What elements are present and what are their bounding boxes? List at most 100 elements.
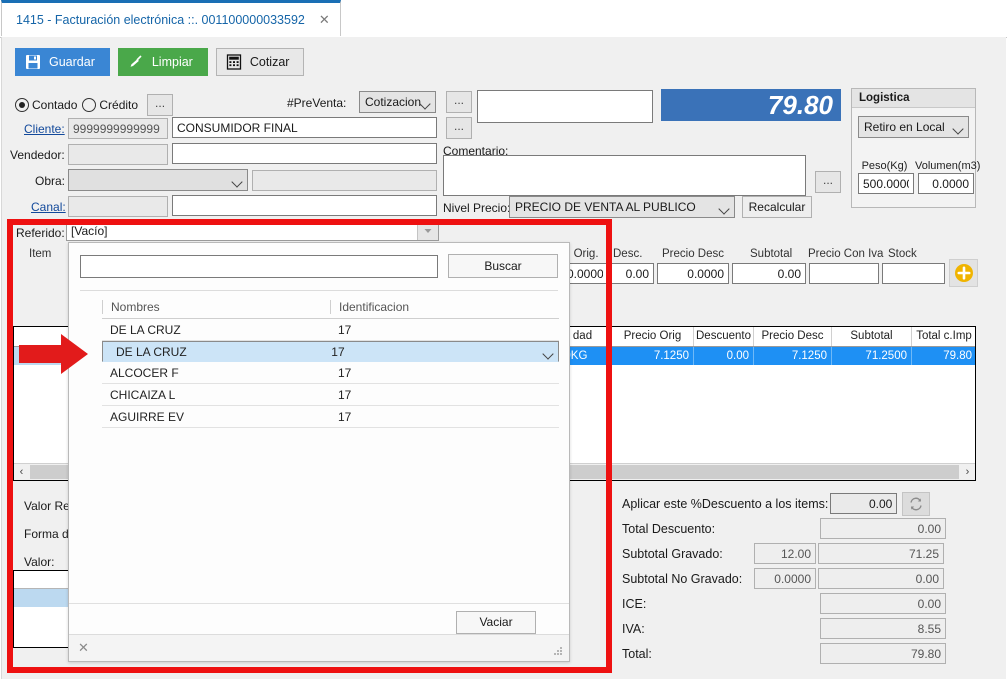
list-item[interactable]: DE LA CRUZ 17 — [102, 319, 559, 341]
add-item-button[interactable] — [949, 259, 978, 287]
cell-descuento: 0.00 — [694, 347, 754, 365]
chevron-right-icon[interactable]: › — [960, 466, 975, 478]
big-total-display: 79.80 — [661, 89, 841, 121]
radio-contado-label: Contado — [32, 98, 77, 112]
referido-combobox[interactable]: [Vacío] — [66, 221, 439, 241]
preventa-text-field[interactable] — [477, 90, 653, 123]
subtotal-no-gravado-rate — [754, 568, 816, 589]
vendedor-name-field[interactable] — [172, 143, 437, 164]
apply-discount-field[interactable] — [830, 493, 897, 514]
left-grid-hscrollbar[interactable]: ‹ — [14, 463, 74, 480]
entry-subtotal-field[interactable] — [732, 263, 806, 284]
chevron-left-icon[interactable]: ‹ — [14, 466, 29, 478]
resize-grip-icon[interactable] — [554, 647, 563, 656]
canal-label[interactable]: Canal: — [31, 200, 66, 214]
cell-total-cimp: 79.80 — [912, 347, 976, 365]
cliente-label[interactable]: Cliente: — [24, 122, 65, 136]
canal-id-field[interactable] — [68, 196, 168, 217]
nivel-precio-value: PRECIO DE VENTA AL PUBLICO — [515, 200, 696, 214]
entry-precio-desc-field[interactable] — [657, 263, 729, 284]
tab-label: 1415 - Facturación electrónica ::. 00110… — [16, 13, 305, 27]
entry-precio-con-iva-label: Precio Con Iva — [808, 248, 883, 260]
popup-divider — [80, 290, 558, 291]
search-button[interactable]: Buscar — [448, 254, 558, 278]
logistica-mode-select[interactable]: Retiro en Local — [858, 116, 969, 138]
scrollbar-thumb[interactable] — [30, 465, 73, 479]
entry-desc-field[interactable] — [611, 263, 654, 284]
volumen-label: Volumen(m3) — [915, 160, 971, 172]
entry-subtotal-label: Subtotal — [750, 248, 792, 260]
chevron-down-icon[interactable] — [417, 222, 438, 240]
volumen-field[interactable] — [918, 173, 974, 194]
preventa-select[interactable]: Cotizacion — [359, 91, 436, 113]
preventa-select-value: Cotizacion — [365, 95, 421, 109]
subtotal-gravado-label: Subtotal Gravado: — [622, 547, 754, 561]
comentario-dots-button[interactable]: ... — [446, 117, 472, 139]
save-button[interactable]: Guardar — [15, 48, 110, 76]
popup-cell-nombres: DE LA CRUZ — [108, 342, 323, 362]
radio-credito-label: Crédito — [99, 98, 138, 112]
popup-cell-identificacion: 17 — [330, 323, 440, 337]
recalcular-button[interactable]: Recalcular — [742, 196, 812, 218]
quote-button[interactable]: Cotizar — [216, 48, 305, 76]
list-item[interactable]: CHICAIZA L 17 — [102, 384, 559, 406]
peso-field[interactable] — [858, 173, 914, 194]
item-grid-col-precio-desc: Precio Desc — [754, 327, 832, 346]
entry-stock-label: Stock — [888, 248, 917, 260]
clean-button-label: Limpiar — [152, 55, 193, 69]
search-input[interactable] — [80, 255, 438, 278]
referido-search-popup[interactable]: Buscar Nombres Identificacion DE LA CRUZ… — [68, 242, 570, 662]
vendedor-id-field[interactable] — [68, 144, 168, 165]
vaciar-button[interactable]: Vaciar — [456, 611, 536, 634]
payment-type-group: Contado Crédito ... — [15, 94, 173, 116]
nivel-precio-label: Nivel Precio: — [443, 201, 510, 215]
ice-label: ICE: — [622, 597, 820, 611]
comentario-expand-button[interactable]: ... — [815, 171, 841, 193]
main-toolbar: Guardar Limpiar Cotizar — [15, 48, 304, 76]
subtotal-no-gravado-value — [818, 568, 944, 589]
tab-facturacion-electronica[interactable]: 1415 - Facturación electrónica ::. 00110… — [1, 0, 341, 36]
popup-results-grid[interactable]: Nombres Identificacion DE LA CRUZ 17 DE … — [102, 295, 559, 428]
obra-extra-field[interactable] — [252, 170, 437, 191]
item-grid-col-total-cimp: Total c.Imp — [912, 327, 976, 346]
popup-cell-identificacion: 17 — [330, 410, 440, 424]
list-item[interactable]: ALCOCER F 17 — [102, 362, 559, 384]
refresh-icon[interactable] — [902, 492, 930, 516]
total-descuento-value — [820, 518, 946, 539]
popup-status-bar: ✕ — [69, 634, 569, 661]
cliente-id-field[interactable] — [68, 118, 168, 139]
list-item-selected[interactable]: DE LA CRUZ 17 — [102, 341, 559, 362]
close-icon[interactable]: ✕ — [319, 13, 330, 26]
payment-mini-list[interactable] — [13, 570, 73, 648]
referido-value: [Vacío] — [71, 224, 107, 238]
right-arrow-icon — [19, 334, 89, 377]
preventa-dots-button[interactable]: ... — [446, 91, 472, 113]
list-item[interactable]: AGUIRRE EV 17 — [102, 406, 559, 428]
payment-mini-list-selected-row[interactable] — [14, 589, 72, 607]
apply-discount-label: Aplicar este %Descuento a los items: — [622, 497, 828, 511]
ice-row: ICE: — [622, 592, 982, 615]
item-grid-col-precio-orig: Precio Orig — [612, 327, 694, 346]
obra-select[interactable] — [68, 169, 248, 191]
popup-col-nombres: Nombres — [102, 300, 330, 314]
payment-options-button[interactable]: ... — [147, 94, 173, 116]
radio-contado[interactable] — [15, 98, 29, 112]
referido-label: Referido: — [16, 226, 65, 240]
nivel-precio-select[interactable]: PRECIO DE VENTA AL PUBLICO — [509, 196, 735, 218]
comentario-textarea[interactable] — [443, 155, 806, 196]
radio-credito[interactable] — [82, 98, 96, 112]
popup-cell-identificacion: 17 — [330, 366, 440, 380]
total-label: Total: — [622, 647, 820, 661]
valor-label: Valor: — [24, 555, 54, 569]
cliente-name-field[interactable] — [172, 117, 437, 138]
entry-precio-con-iva-field[interactable] — [809, 263, 879, 284]
subtotal-gravado-row: Subtotal Gravado: — [622, 542, 982, 565]
quote-button-label: Cotizar — [250, 55, 290, 69]
close-icon[interactable]: ✕ — [78, 641, 89, 654]
entry-stock-field[interactable] — [882, 263, 945, 284]
ice-value — [820, 593, 946, 614]
subtotal-gravado-value — [818, 543, 944, 564]
canal-name-field[interactable] — [172, 195, 437, 216]
popup-grid-header: Nombres Identificacion — [102, 295, 559, 319]
clean-button[interactable]: Limpiar — [118, 48, 208, 76]
